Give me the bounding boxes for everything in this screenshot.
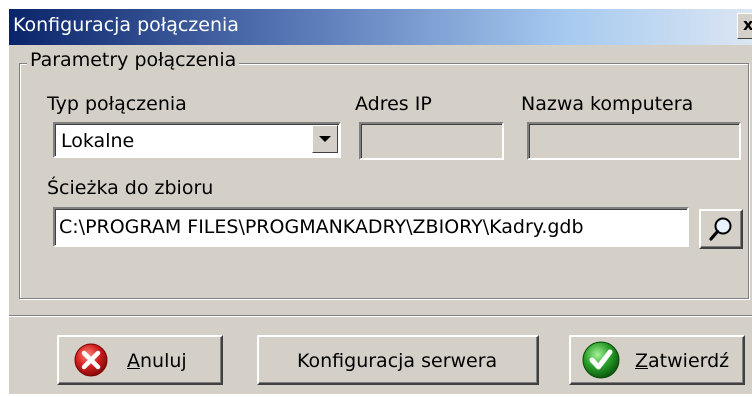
connection-type-label: Typ połączenia xyxy=(47,93,187,115)
computer-name-label: Nazwa komputera xyxy=(521,93,694,115)
connection-type-value: Lokalne xyxy=(61,130,135,152)
computer-name-field xyxy=(527,122,741,160)
connection-type-select[interactable]: Lokalne xyxy=(53,122,341,158)
cancel-label: Anuluj xyxy=(127,350,187,372)
path-value: C:\PROGRAM FILES\PROGMANKADRY\ZBIORY\Kad… xyxy=(59,216,584,238)
red-x-circle-icon xyxy=(74,343,108,377)
path-input[interactable]: C:\PROGRAM FILES\PROGMANKADRY\ZBIORY\Kad… xyxy=(53,207,689,247)
window-title: Konfiguracja połączenia xyxy=(13,14,239,36)
ip-address-field xyxy=(359,122,504,160)
path-label: Ścieżka do zbioru xyxy=(47,177,214,199)
close-button[interactable]: x xyxy=(737,13,752,39)
ip-address-label: Adres IP xyxy=(355,93,432,115)
connection-config-dialog: Konfiguracja połączenia x Parametry połą… xyxy=(8,8,752,394)
green-check-circle-icon xyxy=(582,341,620,379)
separator xyxy=(9,315,752,317)
title-bar[interactable]: Konfiguracja połączenia x xyxy=(9,9,752,45)
group-legend: Parametry połączenia xyxy=(27,49,240,71)
confirm-label: Zatwierdź xyxy=(635,350,730,372)
server-config-button[interactable]: Konfiguracja serwera xyxy=(257,335,539,385)
server-config-label: Konfiguracja serwera xyxy=(297,350,498,372)
chevron-down-icon[interactable] xyxy=(312,125,338,153)
magnifier-icon xyxy=(709,217,732,241)
confirm-button[interactable]: Zatwierdź xyxy=(569,335,745,385)
browse-button[interactable] xyxy=(699,209,743,249)
cancel-button[interactable]: Anuluj xyxy=(57,335,223,385)
